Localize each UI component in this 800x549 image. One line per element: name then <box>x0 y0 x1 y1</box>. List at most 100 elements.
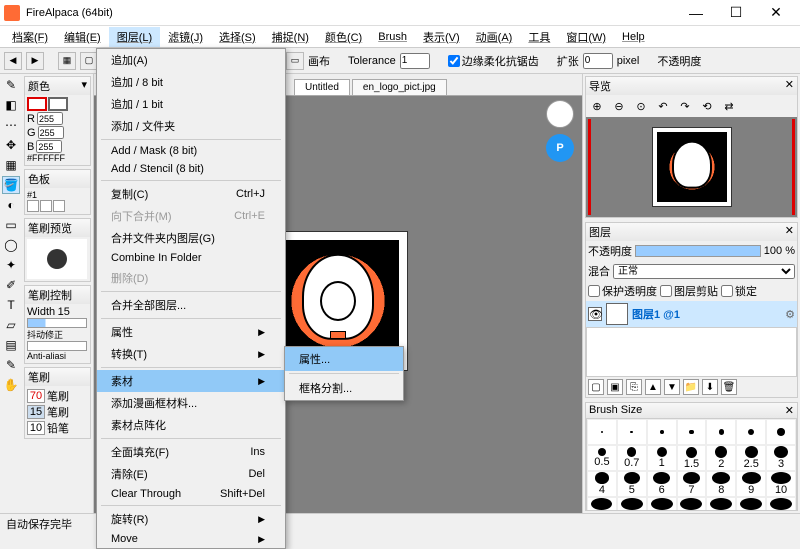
brush-size-cell[interactable]: 20 <box>617 497 647 511</box>
menu-item[interactable]: 合并文件夹内图层(G) <box>97 227 285 249</box>
g-input[interactable] <box>38 126 64 139</box>
move-tool-icon[interactable]: ✥ <box>2 136 20 154</box>
panel-close-icon[interactable]: ✕ <box>785 224 794 240</box>
brush-size-cell[interactable] <box>677 419 707 445</box>
menu-brush[interactable]: Brush <box>370 29 415 45</box>
brush-size-cell[interactable] <box>617 419 647 445</box>
brush-tool-icon[interactable]: ✎ <box>2 76 20 94</box>
menu-edit[interactable]: 编辑(E) <box>56 27 109 47</box>
submenu-item[interactable]: 框格分割... <box>285 376 403 400</box>
menu-layer[interactable]: 图层(L) <box>109 27 160 47</box>
brush-size-cell[interactable]: 35 <box>706 497 736 511</box>
brush-row[interactable]: 10铅笔 <box>27 420 88 436</box>
layer-toggle-icon[interactable]: ▦ <box>58 52 76 70</box>
next-icon[interactable]: ▶ <box>26 52 44 70</box>
swatch-item[interactable] <box>27 200 39 212</box>
menu-item[interactable]: 添加漫画框材料... <box>97 392 285 414</box>
brush-row[interactable]: 15笔刷 <box>27 404 88 420</box>
eyedropper-icon[interactable]: ✎ <box>2 356 20 374</box>
zoom-out-icon[interactable]: ⊖ <box>610 97 628 115</box>
menu-item[interactable]: 转换(T)▶ <box>97 343 285 365</box>
menu-item[interactable]: Add / Stencil (8 bit) <box>97 160 285 178</box>
tab-untitled[interactable]: Untitled <box>294 79 350 95</box>
brush-size-cell[interactable] <box>736 419 766 445</box>
menu-item[interactable]: 旋转(R)▶ <box>97 508 285 530</box>
flip-icon[interactable]: ⇄ <box>720 97 738 115</box>
menu-help[interactable]: Help <box>614 29 653 45</box>
tolerance-input[interactable] <box>400 53 430 69</box>
fg-color-swatch[interactable] <box>27 97 47 111</box>
brush-size-cell[interactable]: 6 <box>647 471 677 497</box>
menu-item[interactable]: Combine In Folder <box>97 249 285 267</box>
brush-size-cell[interactable] <box>706 419 736 445</box>
brush-size-cell[interactable]: 0.5 <box>587 445 617 471</box>
pixiv-icon[interactable]: P <box>546 134 574 162</box>
brush-size-cell[interactable] <box>766 419 796 445</box>
brush-size-cell[interactable]: 30 <box>677 497 707 511</box>
antialias-checkbox[interactable]: 边缘柔化抗锯齿 <box>448 53 539 69</box>
menu-filter[interactable]: 滤镜(J) <box>160 27 211 47</box>
panel-tool-icon[interactable]: ▤ <box>2 336 20 354</box>
brush-size-cell[interactable]: 2.5 <box>736 445 766 471</box>
minimize-button[interactable]: — <box>676 0 716 26</box>
new-layer-icon[interactable]: ▢ <box>588 379 604 395</box>
panel-menu-icon[interactable]: ▾ <box>81 78 87 94</box>
layer-item[interactable]: 👁 图层1 @1 ⚙ <box>586 301 797 327</box>
menu-window[interactable]: 窗口(W) <box>558 27 614 47</box>
brush-size-cell[interactable]: 15 <box>587 497 617 511</box>
wand-tool-icon[interactable]: ✦ <box>2 256 20 274</box>
brush-size-cell[interactable]: 4 <box>587 471 617 497</box>
protect-checkbox[interactable]: 保护透明度 <box>588 283 657 299</box>
menu-item[interactable]: 追加 / 1 bit <box>97 93 285 115</box>
brush-size-cell[interactable]: 9 <box>736 471 766 497</box>
select-rect-icon[interactable]: ▭ <box>2 216 20 234</box>
delete-layer-icon[interactable]: 🗑 <box>721 379 737 395</box>
brush-size-cell[interactable]: 1.5 <box>677 445 707 471</box>
hand-tool-icon[interactable]: ✋ <box>2 376 20 394</box>
lock-checkbox[interactable]: 锁定 <box>721 283 757 299</box>
jitter-slider[interactable] <box>27 341 87 351</box>
brush-size-cell[interactable]: 5 <box>617 471 647 497</box>
menu-item[interactable]: 合并全部图层... <box>97 294 285 316</box>
eraser-tool-icon[interactable]: ◧ <box>2 96 20 114</box>
maximize-button[interactable]: ☐ <box>716 0 756 26</box>
new-folder-icon[interactable]: ▣ <box>607 379 623 395</box>
navigator-preview[interactable] <box>586 117 797 217</box>
menu-select[interactable]: 选择(S) <box>211 27 264 47</box>
brush-size-cell[interactable]: 25 <box>647 497 677 511</box>
swatch-item[interactable] <box>53 200 65 212</box>
swatch-item[interactable] <box>40 200 52 212</box>
layer-visibility-icon[interactable]: 👁 <box>588 307 602 321</box>
brush-size-cell[interactable]: 0.7 <box>617 445 647 471</box>
prev-icon[interactable]: ◀ <box>4 52 22 70</box>
menu-item[interactable]: 向下合并(M)Ctrl+E <box>97 205 285 227</box>
zoom-in-icon[interactable]: ⊕ <box>588 97 606 115</box>
clip-checkbox[interactable]: 图层剪贴 <box>660 283 718 299</box>
menu-item[interactable]: 清除(E)Del <box>97 463 285 485</box>
menu-item[interactable]: Add / Mask (8 bit) <box>97 142 285 160</box>
brush-row[interactable]: 70笔刷 <box>27 388 88 404</box>
close-button[interactable]: ✕ <box>756 0 796 26</box>
blend-select[interactable]: 正常 <box>613 264 795 279</box>
brush-size-cell[interactable] <box>587 419 617 445</box>
select-pen-icon[interactable]: ✐ <box>2 276 20 294</box>
bucket-tool-icon[interactable]: 🪣 <box>2 176 20 194</box>
menu-item[interactable]: 添加 / 文件夹 <box>97 115 285 137</box>
object-tool-icon[interactable]: ▱ <box>2 316 20 334</box>
rotate-ccw-icon[interactable]: ↶ <box>654 97 672 115</box>
brush-size-cell[interactable]: 40 <box>736 497 766 511</box>
layer-up-icon[interactable]: ▲ <box>645 379 661 395</box>
fill-tool-icon[interactable]: ▦ <box>2 156 20 174</box>
gear-icon[interactable]: ⚙ <box>785 308 795 321</box>
layer-down-icon[interactable]: ▼ <box>664 379 680 395</box>
menu-item[interactable]: 全面填充(F)Ins <box>97 441 285 463</box>
rotate-reset-icon[interactable]: ⟲ <box>698 97 716 115</box>
select-lasso-icon[interactable]: ◯ <box>2 236 20 254</box>
merge-icon[interactable]: ⬇ <box>702 379 718 395</box>
brush-size-cell[interactable]: 50 <box>766 497 796 511</box>
menu-snap[interactable]: 捕捉(N) <box>264 27 317 47</box>
menu-color[interactable]: 颜色(C) <box>317 27 370 47</box>
brush-size-cell[interactable]: 2 <box>706 445 736 471</box>
brush-size-cell[interactable] <box>647 419 677 445</box>
menu-item[interactable]: 删除(D) <box>97 267 285 289</box>
